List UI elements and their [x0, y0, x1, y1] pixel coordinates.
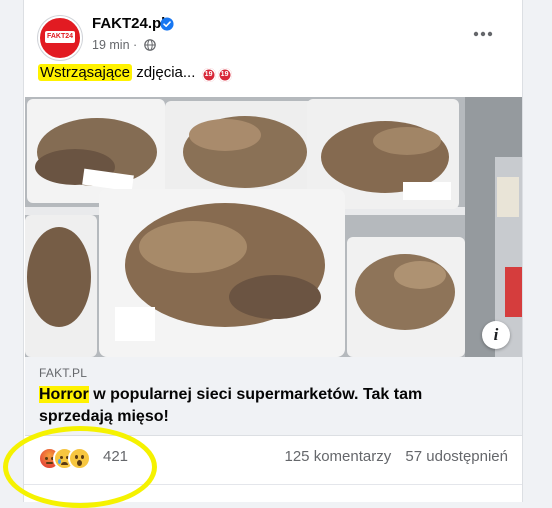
- post-message-rest: zdjęcia...: [132, 64, 196, 81]
- globe-icon: [143, 39, 156, 51]
- age-19-emoji: 19: [201, 68, 216, 82]
- highlighted-word: Wstrząsające: [38, 64, 133, 81]
- post-message: Wstrząsające zdjęcia... 19 19: [38, 64, 232, 82]
- link-preview[interactable]: FAKT.PL Horror w popularnej sieci superm…: [25, 357, 522, 436]
- age-19-emoji: 19: [217, 68, 232, 82]
- verified-badge-icon: [160, 17, 174, 31]
- more-horizontal-icon[interactable]: [470, 24, 496, 44]
- wow-reaction-icon: [68, 447, 91, 470]
- action-bar-divider: [24, 484, 522, 503]
- meta-separator: ·: [133, 38, 138, 52]
- link-domain: FAKT.PL: [39, 366, 88, 380]
- post-card: FAKT24 FAKT24.pl 19 min · Wstrząsające z…: [23, 0, 523, 502]
- post-time-link[interactable]: 19 min: [92, 38, 130, 52]
- fakt24-logo: FAKT24: [45, 31, 75, 43]
- post-stats: 421 125 komentarzy 57 udostępnień: [24, 440, 522, 474]
- shares-count[interactable]: 57 udostępnień: [405, 448, 508, 465]
- post-header: FAKT24 FAKT24.pl 19 min ·: [38, 14, 512, 60]
- link-title[interactable]: Horror w popularnej sieci supermarketów.…: [39, 384, 479, 428]
- info-icon[interactable]: i: [482, 321, 510, 349]
- post-meta: 19 min ·: [92, 38, 156, 52]
- supermarket-rabbits-photo: [25, 97, 522, 357]
- highlighted-title-word: Horror: [39, 386, 89, 403]
- engagement-counts: 125 komentarzy 57 udostępnień: [285, 448, 509, 465]
- page-avatar[interactable]: FAKT24: [38, 16, 82, 60]
- post-photo[interactable]: i: [25, 97, 522, 357]
- comments-count[interactable]: 125 komentarzy: [285, 448, 392, 465]
- page-name-link[interactable]: FAKT24.pl: [92, 15, 165, 32]
- reaction-count[interactable]: 421: [103, 448, 128, 465]
- link-title-rest: w popularnej sieci supermarketów. Tak ta…: [39, 386, 423, 425]
